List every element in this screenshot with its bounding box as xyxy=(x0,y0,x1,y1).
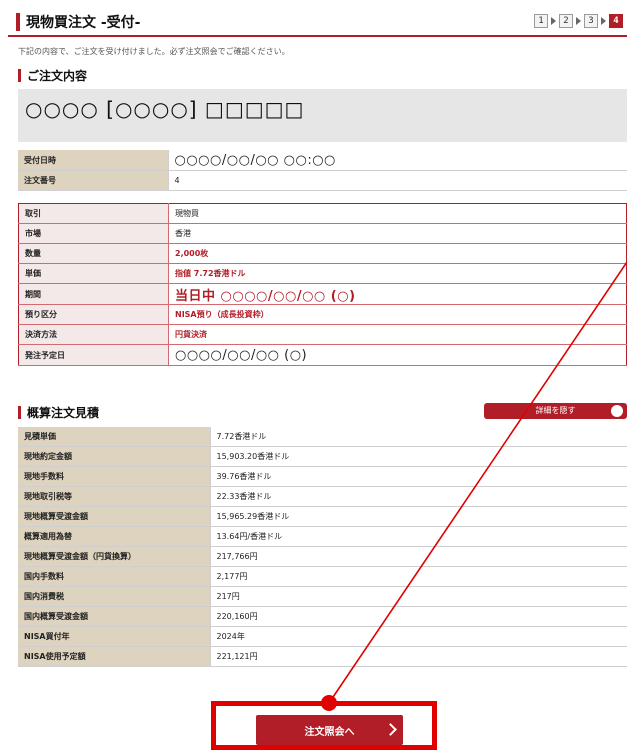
row-value: 2,177円 xyxy=(210,566,627,587)
heading-accent-bar xyxy=(18,69,21,82)
row-value: 39.76香港ドル xyxy=(210,466,627,487)
row-value: 当日中 ○○○○/○○/○○ (○) xyxy=(168,283,627,305)
table-row: 現地概算受渡金額 15,965.29香港ドル xyxy=(18,506,627,527)
row-value: 13.64円/香港ドル xyxy=(210,526,627,547)
table-row: 注文番号 4 xyxy=(18,170,627,191)
row-value: 指値 7.72香港ドル xyxy=(168,263,627,284)
order-section-heading: ご注文内容 xyxy=(18,67,87,84)
row-label: 見積単価 xyxy=(18,427,211,447)
table-row: 単価 指値 7.72香港ドル xyxy=(18,263,627,284)
table-row: 現地概算受渡金額（円貨換算） 217,766円 xyxy=(18,546,627,567)
step-indicator: 1 2 3 4 xyxy=(534,14,623,28)
table-row: 数量 2,000枚 xyxy=(18,243,627,264)
step-arrow-icon xyxy=(551,17,556,25)
page-title: 現物買注文 -受付- xyxy=(26,15,141,31)
estimate-section-heading: 概算注文見積 xyxy=(18,404,99,421)
row-label: 注文番号 xyxy=(18,170,169,191)
hide-details-label: 詳細を隠す xyxy=(535,406,576,415)
row-value: 現物買 xyxy=(168,203,627,224)
row-label: 市場 xyxy=(18,223,169,244)
heading-accent-bar xyxy=(18,406,21,419)
collapse-icon xyxy=(611,405,623,417)
row-value: 220,160円 xyxy=(210,606,627,627)
table-row: 現地取引税等 22.33香港ドル xyxy=(18,486,627,507)
table-row: 現地約定金額 15,903.20香港ドル xyxy=(18,446,627,467)
table-row: 受付日時 ○○○○/○○/○○ ○○:○○ xyxy=(18,150,627,171)
row-label: 取引 xyxy=(18,203,169,224)
step-arrow-icon xyxy=(576,17,581,25)
row-value: NISA預り（成長投資枠） xyxy=(168,304,627,325)
received-datetime: ○○○○/○○/○○ ○○:○○ xyxy=(168,150,627,171)
row-label: 受付日時 xyxy=(18,150,169,171)
row-label: 現地手数料 xyxy=(18,466,211,487)
row-label: NISA買付年 xyxy=(18,626,211,647)
notice-text: 下記の内容で、ご注文を受け付けました。必ず注文照会でご確認ください。 xyxy=(18,47,290,56)
table-row: 発注予定日 ○○○○/○○/○○ (○) xyxy=(18,344,627,366)
instrument-title: ○○○○ [○○○○] □□□□□ xyxy=(25,97,305,121)
order-complete-page: 現物買注文 -受付- 1 2 3 4 下記の内容で、ご注文を受け付けました。必ず… xyxy=(0,0,627,753)
instrument-title-box: ○○○○ [○○○○] □□□□□ xyxy=(18,89,627,142)
estimate-table: 見積単価 7.72香港ドル 現地約定金額 15,903.20香港ドル 現地手数料 39… xyxy=(18,427,627,667)
order-section-title: ご注文内容 xyxy=(27,69,88,83)
row-label: 概算適用為替 xyxy=(18,526,211,547)
table-row: 国内手数料 2,177円 xyxy=(18,566,627,587)
row-label: 国内消費税 xyxy=(18,586,211,607)
step-2: 2 xyxy=(559,14,573,28)
table-row: 概算適用為替 13.64円/香港ドル xyxy=(18,526,627,547)
row-label: 現地概算受渡金額 xyxy=(18,506,211,527)
row-value: 22.33香港ドル xyxy=(210,486,627,507)
row-value: 2,000枚 xyxy=(168,243,627,264)
header-accent-bar xyxy=(16,13,20,31)
table-row: 国内消費税 217円 xyxy=(18,586,627,607)
table-row: NISA使用予定額 221,121円 xyxy=(18,646,627,667)
row-value: 7.72香港ドル xyxy=(210,427,627,447)
row-label: 現地概算受渡金額（円貨換算） xyxy=(18,546,211,567)
row-label: 決済方法 xyxy=(18,324,169,345)
step-3: 3 xyxy=(584,14,598,28)
order-top-table: 受付日時 ○○○○/○○/○○ ○○:○○ 注文番号 4 xyxy=(18,150,627,191)
row-value: 香港 xyxy=(168,223,627,244)
row-value: 15,903.20香港ドル xyxy=(210,446,627,467)
table-row: 市場 香港 xyxy=(18,223,627,244)
step-arrow-icon xyxy=(601,17,606,25)
table-row: 預り区分 NISA預り（成長投資枠） xyxy=(18,304,627,325)
order-number: 4 xyxy=(168,170,627,191)
row-value: 2024年 xyxy=(210,626,627,647)
table-row: 取引 現物買 xyxy=(18,203,627,224)
row-value: 円貨決済 xyxy=(168,324,627,345)
estimate-section-title: 概算注文見積 xyxy=(27,406,100,420)
row-label: 単価 xyxy=(18,263,169,284)
row-label: NISA使用予定額 xyxy=(18,646,211,667)
row-label: 現地約定金額 xyxy=(18,446,211,467)
step-1: 1 xyxy=(534,14,548,28)
table-row: 見積単価 7.72香港ドル xyxy=(18,427,627,447)
page-header: 現物買注文 -受付- 1 2 3 4 xyxy=(8,8,627,37)
table-row: NISA買付年 2024年 xyxy=(18,626,627,647)
row-value: 221,121円 xyxy=(210,646,627,667)
row-label: 発注予定日 xyxy=(18,344,169,366)
row-label: 現地取引税等 xyxy=(18,486,211,507)
row-label: 国内手数料 xyxy=(18,566,211,587)
row-value: 217円 xyxy=(210,586,627,607)
row-value: ○○○○/○○/○○ (○) xyxy=(168,344,627,366)
step-4-current: 4 xyxy=(609,14,623,28)
order-detail-table: 取引 現物買 市場 香港 数量 2,000枚 単価 指値 7.72香港ドル 期間… xyxy=(18,203,627,366)
row-label: 数量 xyxy=(18,243,169,264)
hide-details-button[interactable]: 詳細を隠す xyxy=(484,403,627,419)
row-value: 15,965.29香港ドル xyxy=(210,506,627,527)
table-row: 決済方法 円貨決済 xyxy=(18,324,627,345)
annotation-highlight-box xyxy=(211,701,437,750)
row-label: 期間 xyxy=(18,283,169,305)
table-row: 国内概算受渡金額 220,160円 xyxy=(18,606,627,627)
row-label: 国内概算受渡金額 xyxy=(18,606,211,627)
table-row: 期間 当日中 ○○○○/○○/○○ (○) xyxy=(18,283,627,305)
row-label: 預り区分 xyxy=(18,304,169,325)
table-row: 現地手数料 39.76香港ドル xyxy=(18,466,627,487)
row-value: 217,766円 xyxy=(210,546,627,567)
